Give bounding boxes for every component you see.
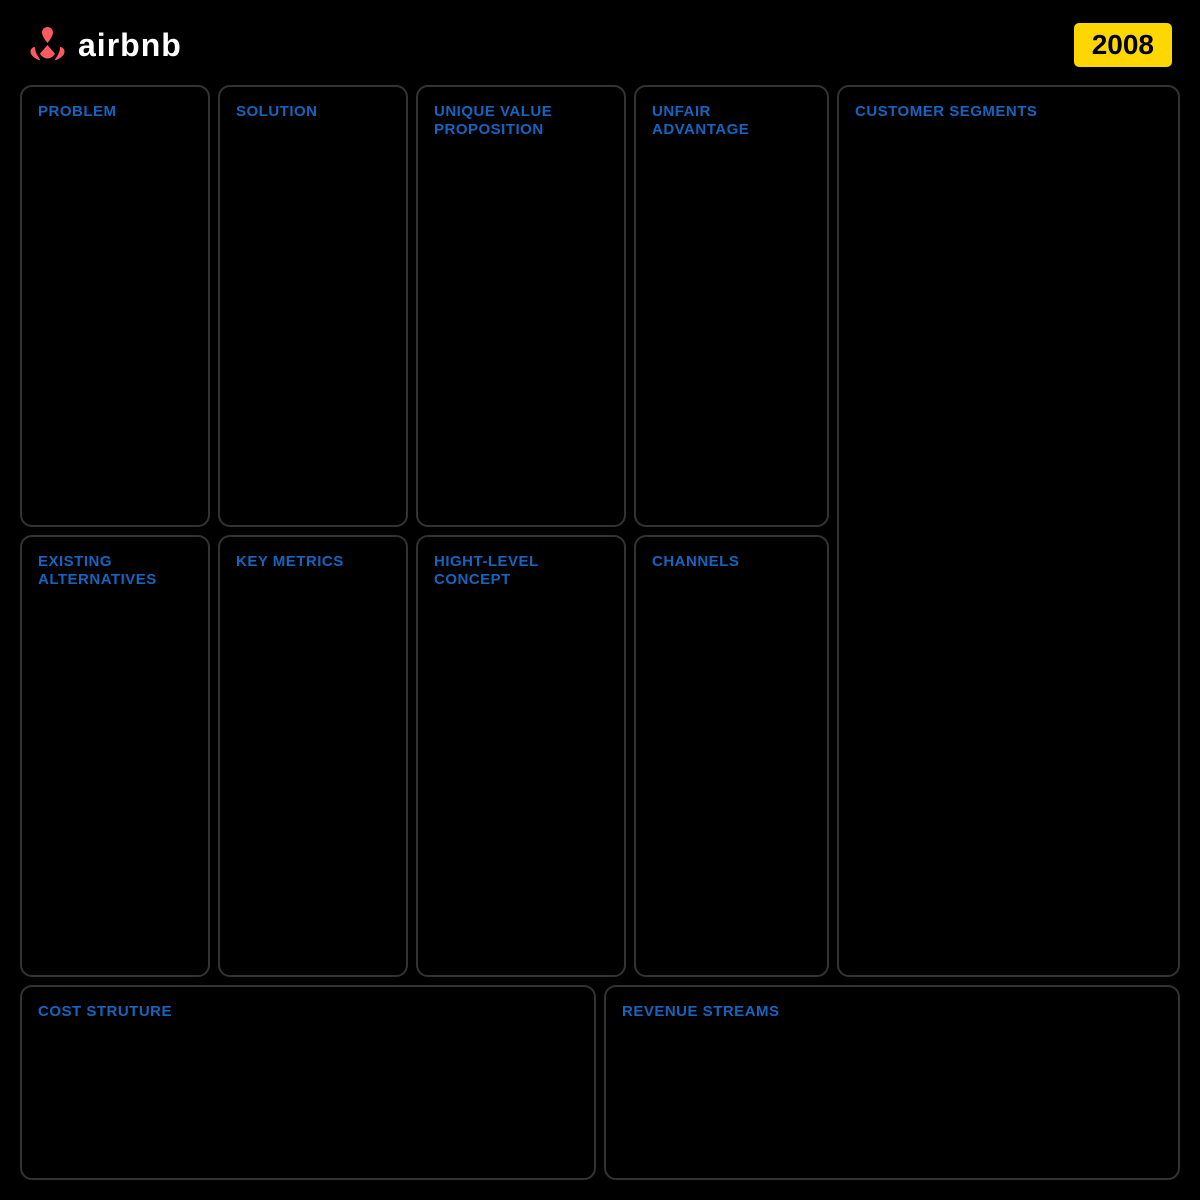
page: airbnb 2008 PROBLEM SOLUTION UNIQUE VALU… <box>0 0 1200 1200</box>
cost-structure-card: COST STRUTURE <box>20 985 596 1180</box>
uvp-title: UNIQUE VALUE PROPOSITION <box>434 103 552 138</box>
channels-title: CHANNELS <box>652 553 739 570</box>
key-metrics-title: KEY METRICS <box>236 553 344 570</box>
customer-segments-card: CUSTOMER SEGMENTS <box>837 85 1180 977</box>
customer-segments-title: CUSTOMER SEGMENTS <box>855 103 1037 120</box>
header: airbnb 2008 <box>10 10 1190 85</box>
revenue-streams-card: REVENUE STREAMS <box>604 985 1180 1180</box>
hight-level-concept-title: HIGHT-LEVEL CONCEPT <box>434 553 538 588</box>
logo-area: airbnb <box>25 23 182 68</box>
existing-alternatives-title: EXISTING ALTERNATIVES <box>38 553 157 588</box>
key-metrics-card: KEY METRICS <box>218 535 408 977</box>
hight-level-concept-card: HIGHT-LEVEL CONCEPT <box>416 535 626 977</box>
logo-text: airbnb <box>78 27 182 64</box>
existing-alternatives-card: EXISTING ALTERNATIVES <box>20 535 210 977</box>
airbnb-logo-icon <box>25 23 70 68</box>
solution-card: SOLUTION <box>218 85 408 527</box>
problem-title: PROBLEM <box>38 103 117 120</box>
unfair-advantage-title: UNFAIR ADVANTAGE <box>652 103 749 138</box>
unfair-advantage-card: UNFAIR ADVANTAGE <box>634 85 829 527</box>
cost-structure-title: COST STRUTURE <box>38 1003 172 1020</box>
solution-title: SOLUTION <box>236 103 318 120</box>
year-badge: 2008 <box>1071 20 1175 70</box>
revenue-streams-title: REVENUE STREAMS <box>622 1003 780 1020</box>
problem-card: PROBLEM <box>20 85 210 527</box>
uvp-card: UNIQUE VALUE PROPOSITION <box>416 85 626 527</box>
channels-card: CHANNELS <box>634 535 829 977</box>
